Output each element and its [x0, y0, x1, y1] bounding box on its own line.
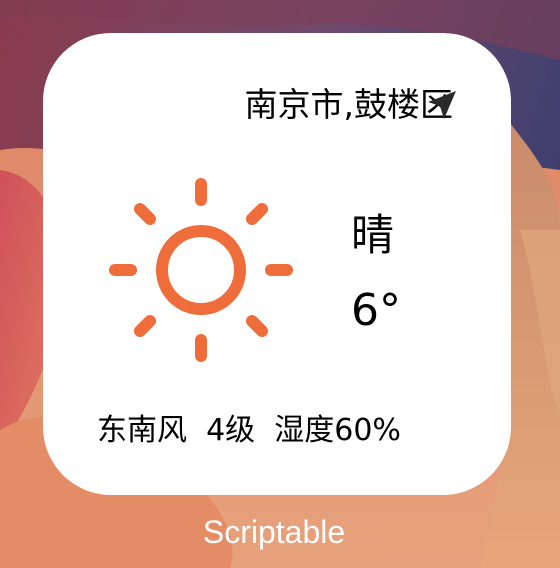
sun-icon	[109, 178, 293, 362]
weather-widget[interactable]: 南京市,鼓楼区 晴 6° 东南风 4级 湿度60%	[43, 33, 511, 495]
app-label: Scriptable	[202, 514, 346, 550]
weather-condition: 晴	[351, 211, 394, 261]
location-label: 南京市,鼓楼区	[244, 85, 454, 124]
wind-humidity-info: 东南风 4级 湿度60%	[97, 413, 401, 448]
location-arrow-icon	[428, 91, 456, 119]
temperature: 6°	[351, 285, 401, 336]
